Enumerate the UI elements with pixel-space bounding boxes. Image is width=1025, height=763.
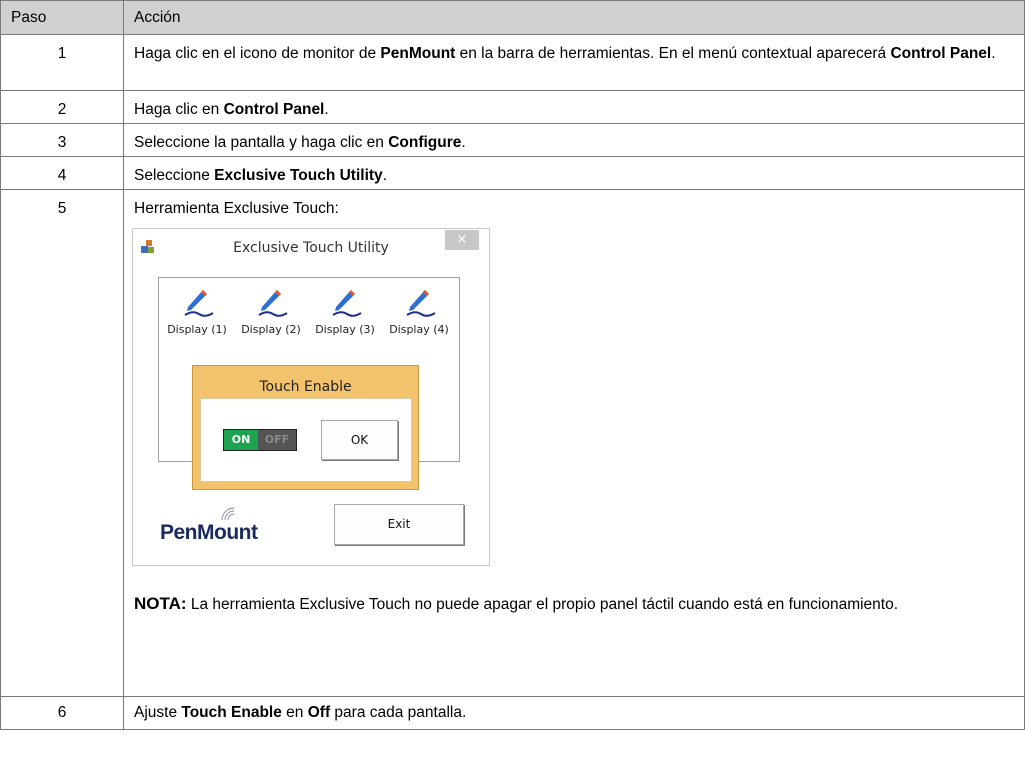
step-number: 1: [57, 45, 67, 62]
dialog-titlebar: Exclusive Touch Utility ×: [133, 229, 489, 261]
step-text: Herramienta Exclusive Touch: Exclusive T…: [124, 190, 1024, 616]
ok-button[interactable]: OK: [321, 420, 398, 460]
step-number: 6: [57, 704, 67, 721]
step-text: Ajuste Touch Enable en Off para cada pan…: [134, 704, 467, 721]
step-text: Seleccione Exclusive Touch Utility.: [134, 167, 387, 184]
display-label: Display (4): [389, 323, 449, 336]
step-text: Haga clic en el icono de monitor de PenM…: [134, 45, 996, 62]
note-text: La herramienta Exclusive Touch no puede …: [186, 596, 899, 613]
pen-icon: [406, 290, 436, 317]
penmount-logo: PenMount: [160, 507, 258, 544]
display-list: Display (1) Display (2) Display (3) Disp…: [159, 288, 459, 336]
pen-icon: [184, 290, 214, 317]
toggle-on: ON: [224, 430, 258, 450]
touch-enable-title: Touch Enable: [259, 379, 352, 395]
step-text: Seleccione la pantalla y haga clic en Co…: [134, 134, 466, 151]
display-label: Display (2): [241, 323, 301, 336]
exclusive-touch-dialog: Exclusive Touch Utility × Display (1) Di…: [132, 228, 490, 566]
display-1[interactable]: Display (1): [159, 288, 235, 341]
display-3[interactable]: Display (3): [307, 288, 383, 341]
note-label: NOTA:: [134, 594, 187, 613]
note: NOTA: La herramienta Exclusive Touch no …: [134, 593, 1014, 616]
dialog-title: Exclusive Touch Utility: [233, 240, 389, 256]
display-label: Display (1): [167, 323, 227, 336]
touch-enable-group: Touch Enable ON OFF OK: [192, 365, 419, 490]
table-row: 6 Ajuste Touch Enable en Off para cada p…: [0, 696, 1025, 730]
step-number: 5: [57, 200, 67, 217]
pen-icon: [332, 290, 362, 317]
table-row: 5 Herramienta Exclusive Touch: Exclusive: [0, 189, 1025, 697]
touch-enable-toggle[interactable]: ON OFF: [223, 429, 297, 451]
display-label: Display (3): [315, 323, 375, 336]
step-number: 3: [57, 134, 67, 151]
procedure-table: Paso Acción 1 Haga clic en el icono de m…: [0, 0, 1025, 730]
signal-icon: [221, 507, 235, 521]
touch-enable-inner: ON OFF OK: [200, 398, 412, 482]
close-button[interactable]: ×: [445, 230, 479, 250]
display-panel: Display (1) Display (2) Display (3) Disp…: [158, 277, 460, 490]
display-2[interactable]: Display (2): [233, 288, 309, 341]
table-row: 1 Haga clic en el icono de monitor de Pe…: [0, 34, 1025, 91]
table-row: 4 Seleccione Exclusive Touch Utility.: [0, 156, 1025, 190]
step-number: 2: [57, 101, 67, 118]
table-header-row: Paso Acción: [0, 0, 1025, 35]
toggle-off: OFF: [258, 430, 296, 450]
step-number: 4: [57, 167, 67, 184]
header-action: Acción: [123, 0, 1025, 35]
table-row: 2 Haga clic en Control Panel.: [0, 90, 1025, 124]
header-step: Paso: [0, 0, 124, 35]
table-row: 3 Seleccione la pantalla y haga clic en …: [0, 123, 1025, 157]
step-text: Haga clic en Control Panel.: [134, 101, 329, 118]
pen-icon: [258, 290, 288, 317]
display-4[interactable]: Display (4): [381, 288, 457, 341]
exit-button[interactable]: Exit: [334, 504, 464, 545]
